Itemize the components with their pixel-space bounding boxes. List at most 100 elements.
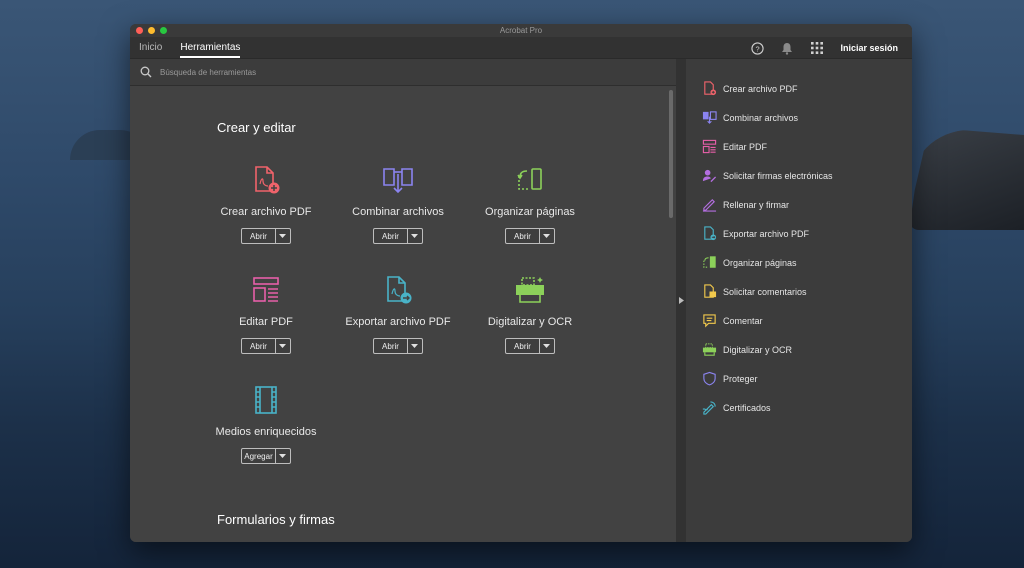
open-edit-pdf-button[interactable]: Abrir [241,338,291,354]
tool-card-combine-files: Combinar archivos Abrir [333,163,463,244]
chevron-right-icon[interactable] [678,297,684,304]
tool-label: Editar PDF [239,316,293,328]
chevron-down-icon[interactable] [276,229,290,243]
minimize-window-button[interactable] [148,27,155,34]
zoom-window-button[interactable] [160,27,167,34]
open-create-pdf-button[interactable]: Abrir [241,228,291,244]
close-window-button[interactable] [136,27,143,34]
sidebar-item-scan-ocr[interactable]: Digitalizar y OCR [686,335,912,364]
scan-ocr-icon[interactable] [513,273,547,307]
vertical-scrollbar[interactable] [669,90,673,218]
open-export-pdf-button[interactable]: Abrir [373,338,423,354]
sidebar-item-label: Solicitar firmas electrónicas [723,170,833,181]
sidebar-item-export-pdf[interactable]: Exportar archivo PDF [686,219,912,248]
section-title-create-edit: Crear y editar [217,120,296,135]
chevron-down-icon[interactable] [408,339,422,353]
chevron-down-icon[interactable] [276,339,290,353]
main-tabbar: Inicio Herramientas ? Iniciar sesión [130,37,912,59]
tool-card-create-pdf: Crear archivo PDF Abrir [201,163,331,244]
sidebar-item-label: Exportar archivo PDF [723,228,810,239]
edit-pdf-icon [702,139,717,154]
svg-text:?: ? [755,44,759,53]
sidebar-item-label: Digitalizar y OCR [723,344,793,355]
edit-pdf-icon[interactable] [249,273,283,307]
sidebar-item-comment[interactable]: Comentar [686,306,912,335]
chevron-down-icon[interactable] [408,229,422,243]
button-label[interactable]: Abrir [506,339,540,353]
button-label[interactable]: Abrir [242,229,276,243]
button-label[interactable]: Agregar [242,449,276,463]
tool-label: Medios enriquecidos [215,426,317,438]
sidebar-item-protect[interactable]: Proteger [686,364,912,393]
tools-pane: Crear y editar Crear archivo PDF Abrir C… [130,59,676,542]
sidebar-item-request-comments[interactable]: Solicitar comentarios [686,277,912,306]
tool-label: Exportar archivo PDF [345,316,451,328]
button-label[interactable]: Abrir [374,339,408,353]
tool-card-rich-media: Medios enriquecidos Agregar [201,383,331,464]
tools-search-bar [130,59,676,86]
window-controls [136,27,167,34]
button-label[interactable]: Abrir [506,229,540,243]
tool-label: Digitalizar y OCR [487,316,573,328]
tools-search-input[interactable] [160,67,460,77]
button-label[interactable]: Abrir [242,339,276,353]
add-rich-media-button[interactable]: Agregar [241,448,291,464]
sidebar-item-label: Comentar [723,315,763,326]
sidebar-item-label: Solicitar comentarios [723,286,807,297]
pane-splitter[interactable] [676,59,686,542]
open-scan-ocr-button[interactable]: Abrir [505,338,555,354]
sidebar-item-fill-sign[interactable]: Rellenar y firmar [686,190,912,219]
button-label[interactable]: Abrir [374,229,408,243]
certificates-icon [702,400,717,415]
chevron-down-icon[interactable] [540,229,554,243]
request-signatures-icon [702,168,717,183]
organize-pages-icon[interactable] [513,163,547,197]
scan-ocr-icon [702,342,717,357]
fill-sign-icon [702,197,717,212]
tool-card-export-pdf: Exportar archivo PDF Abrir [333,273,463,354]
sidebar-item-certificates[interactable]: Certificados [686,393,912,422]
sidebar-item-organize-pages[interactable]: Organizar páginas [686,248,912,277]
tool-label: Crear archivo PDF [220,206,312,218]
title-bar[interactable]: Acrobat Pro [130,24,912,37]
sidebar-item-label: Crear archivo PDF [723,83,798,94]
sidebar-item-label: Proteger [723,373,758,384]
sidebar-item-label: Rellenar y firmar [723,199,790,210]
chevron-down-icon[interactable] [276,449,290,463]
window-title: Acrobat Pro [499,26,543,35]
sidebar-item-edit-pdf[interactable]: Editar PDF [686,132,912,161]
tool-card-organize-pages: Organizar páginas Abrir [465,163,595,244]
search-icon [140,66,152,78]
chevron-down-icon[interactable] [540,339,554,353]
tool-label: Organizar páginas [485,206,575,218]
section-title-forms: Formularios y firmas [217,512,335,527]
open-combine-files-button[interactable]: Abrir [373,228,423,244]
bell-icon[interactable] [780,41,794,55]
rich-media-icon[interactable] [249,383,283,417]
tool-card-scan-ocr: Digitalizar y OCR Abrir [465,273,595,354]
apps-grid-icon[interactable] [810,41,824,55]
acrobat-window: Acrobat Pro Inicio Herramientas ? Inicia… [130,24,912,542]
tool-card-edit-pdf: Editar PDF Abrir [201,273,331,354]
sidebar-item-request-signatures[interactable]: Solicitar firmas electrónicas [686,161,912,190]
sidebar-item-combine-files[interactable]: Combinar archivos [686,103,912,132]
comment-icon [702,313,717,328]
combine-files-icon[interactable] [381,163,415,197]
export-pdf-icon[interactable] [381,273,415,307]
help-icon[interactable]: ? [750,41,764,55]
sidebar-item-create-pdf[interactable]: Crear archivo PDF [686,74,912,103]
signin-button[interactable]: Iniciar sesión [840,43,898,53]
tab-herramientas[interactable]: Herramientas [171,37,249,58]
request-comments-icon [702,284,717,299]
tool-label: Combinar archivos [352,206,444,218]
create-pdf-icon [702,81,717,96]
sidebar-item-label: Certificados [723,402,771,413]
create-pdf-icon[interactable] [249,163,283,197]
desktop-rock [909,130,1024,230]
open-organize-pages-button[interactable]: Abrir [505,228,555,244]
sidebar-item-label: Combinar archivos [723,112,799,123]
tab-inicio[interactable]: Inicio [130,37,171,58]
sidebar-item-label: Organizar páginas [723,257,797,268]
tools-sidebar: Crear archivo PDF Combinar archivos Edit… [686,59,912,542]
header-actions: ? Iniciar sesión [750,37,898,59]
